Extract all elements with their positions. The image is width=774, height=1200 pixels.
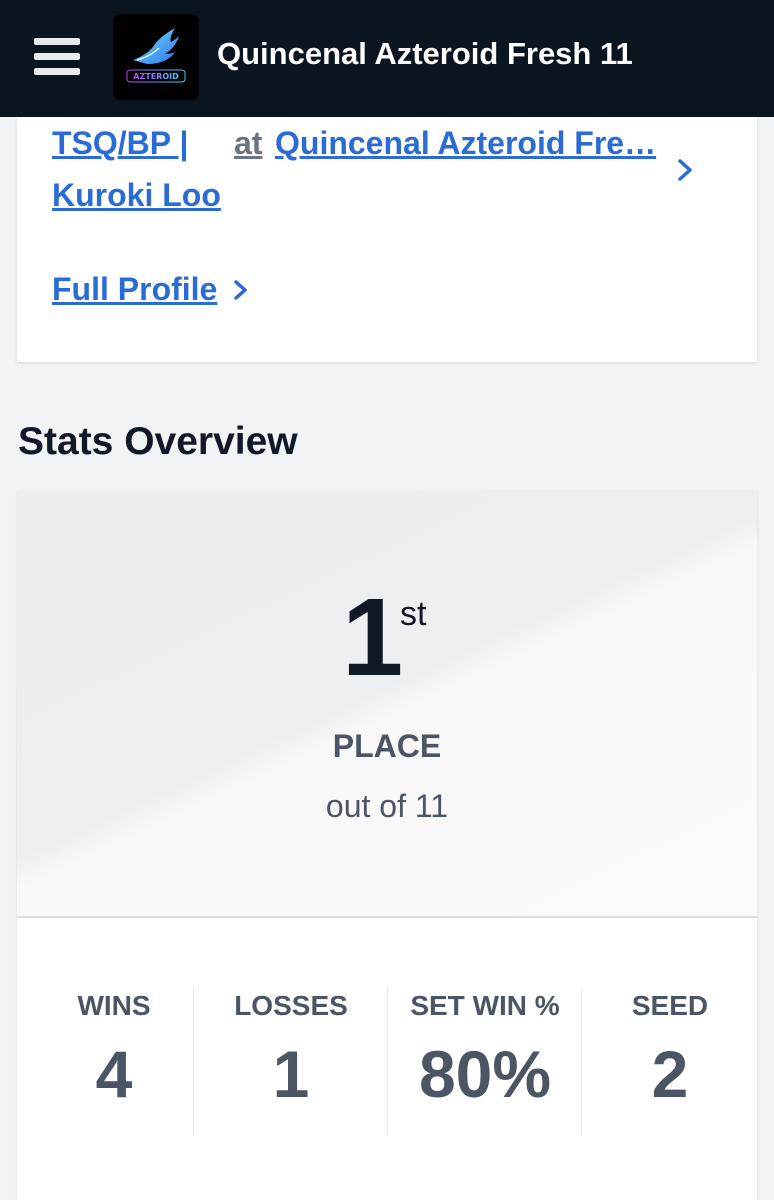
menu-icon[interactable]: [34, 38, 80, 76]
stat-label: LOSSES: [234, 990, 348, 1021]
full-profile-link[interactable]: Full Profile: [52, 271, 217, 308]
stat-wins: WINS 4: [17, 988, 211, 1136]
event-logo[interactable]: AZTEROID: [113, 14, 199, 100]
team-name-link[interactable]: TSQ/BP |: [52, 125, 188, 162]
app-title: Quincenal Azteroid Fresh 11: [217, 36, 633, 71]
event-link[interactable]: Quincenal Azteroid Fre…: [275, 125, 656, 162]
stat-label: WINS: [77, 990, 151, 1021]
stats-overview-card: 1 st PLACE out of 11 WINS 4 LOSSES 1 SET…: [17, 491, 757, 1200]
entrant-card: TSQ/BP | Kuroki Loo at Quincenal Azteroi…: [17, 117, 757, 362]
stat-losses: LOSSES 1: [193, 988, 388, 1136]
placement-number: 1: [342, 576, 404, 699]
at-label: at: [234, 125, 263, 161]
stat-value: 1: [272, 1037, 310, 1111]
section-title: Stats Overview: [18, 420, 298, 463]
top-app-bar: AZTEROID Quincenal Azteroid Fresh 11: [0, 0, 774, 117]
stat-set-win-percent: SET WIN % 80%: [387, 988, 582, 1136]
placement-label: PLACE: [332, 728, 442, 764]
stat-label: SEED: [631, 990, 709, 1021]
stat-value: 80%: [418, 1037, 552, 1111]
azteroid-wing-logo: AZTEROID: [126, 28, 186, 83]
stat-label: SET WIN %: [410, 990, 560, 1021]
placement-out-of: out of 11: [325, 788, 449, 824]
placement-suffix: st: [400, 595, 427, 633]
placement-panel: 1 st PLACE out of 11: [17, 491, 757, 918]
chevron-right-icon[interactable]: [673, 157, 697, 183]
stat-value: 2: [651, 1037, 689, 1111]
stat-value: 4: [95, 1037, 133, 1111]
chevron-right-icon[interactable]: [231, 277, 251, 303]
svg-text:AZTEROID: AZTEROID: [133, 72, 179, 81]
player-name-link[interactable]: Kuroki Loo: [52, 177, 221, 214]
stat-seed: SEED 2: [581, 988, 757, 1136]
